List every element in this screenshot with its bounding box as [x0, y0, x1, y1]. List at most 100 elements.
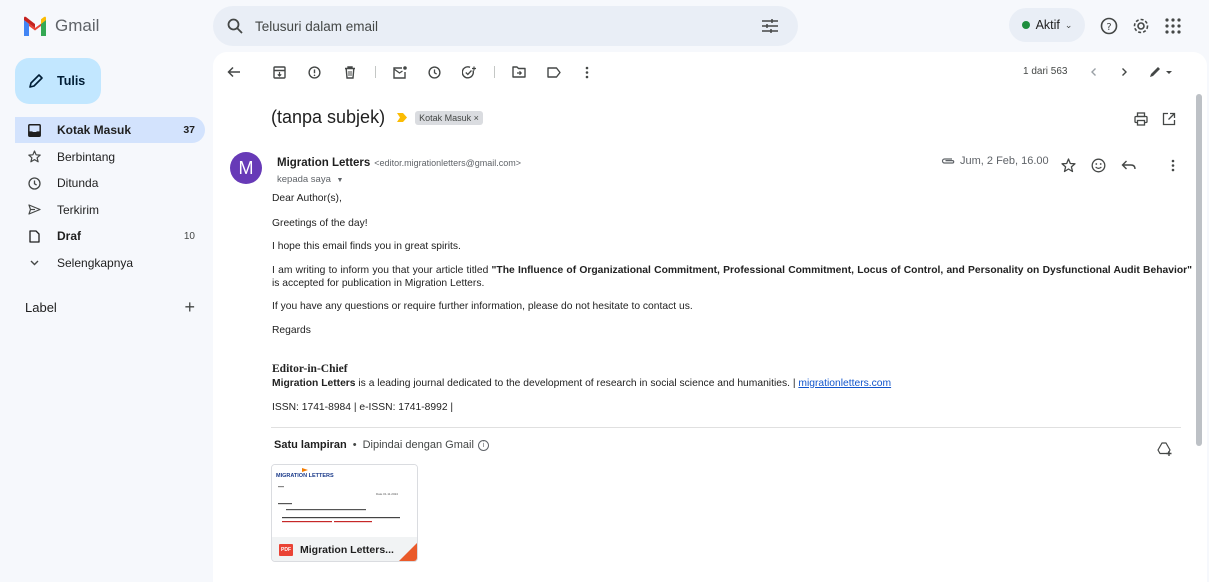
info-icon[interactable]: i — [477, 439, 489, 451]
move-to-icon[interactable] — [511, 64, 527, 80]
gmail-m-icon — [24, 16, 46, 36]
draft-icon — [27, 229, 41, 243]
attachment-card[interactable]: MIGRATION LETTERS Date 01.11.2024 PDF Mi… — [271, 464, 418, 562]
preview-logo-text: MIGRATION LETTERS — [276, 473, 334, 479]
scrollbar-thumb[interactable] — [1196, 94, 1202, 446]
search-icon[interactable] — [225, 16, 245, 36]
recipient-label: kepada saya — [277, 174, 331, 185]
settings-gear-icon[interactable] — [1129, 14, 1153, 38]
more-vertical-icon[interactable] — [1164, 156, 1182, 174]
caret-down-icon: ▼ — [336, 177, 344, 184]
inbox-label-chip[interactable]: Kotak Masuk × — [415, 110, 483, 125]
sidebar-item-drafts[interactable]: Draf 10 — [15, 223, 205, 249]
archive-icon[interactable] — [271, 64, 287, 80]
body-acceptance-paragraph: I am writing to inform you that your art… — [272, 264, 1192, 290]
next-chevron-icon[interactable] — [1116, 64, 1132, 80]
clock-icon — [27, 176, 41, 190]
sender-name[interactable]: Migration Letters — [277, 157, 370, 169]
sender-line: Migration Letters <editor.migrationlette… — [277, 157, 521, 169]
signature-org: Migration Letters — [272, 378, 356, 389]
body-line: Greetings of the day! — [272, 218, 368, 229]
chevron-down-icon: ⌄ — [1064, 19, 1073, 30]
sidebar-item-label: Draf — [57, 229, 82, 244]
page-fold-corner — [399, 543, 417, 561]
star-icon[interactable] — [1059, 156, 1077, 174]
attachment-preview: MIGRATION LETTERS Date 01.11.2024 — [272, 465, 417, 537]
recipient-details-toggle[interactable]: kepada saya ▼ — [277, 174, 343, 185]
toolbar-divider — [375, 66, 376, 78]
email-subject: (tanpa subjek) — [271, 107, 386, 127]
website-link[interactable]: migrationletters.com — [798, 378, 891, 389]
email-date: Jum, 2 Feb, 16.00 — [960, 155, 1049, 167]
snooze-clock-icon[interactable] — [426, 64, 442, 80]
separator-dot: • — [352, 439, 357, 451]
print-icon[interactable] — [1132, 110, 1150, 128]
gmail-logo[interactable]: Gmail — [22, 15, 99, 37]
app-name: Gmail — [55, 16, 100, 35]
pdf-thumbnail-icon: MIGRATION LETTERS Date 01.11.2024 — [272, 465, 417, 537]
label-tag-icon[interactable] — [546, 64, 562, 80]
sender-email: <editor.migrationletters@gmail.com> — [374, 158, 521, 168]
more-vertical-icon[interactable] — [579, 64, 595, 80]
sidebar-item-count: 10 — [183, 230, 195, 242]
open-new-window-icon[interactable] — [1160, 110, 1178, 128]
add-label-icon[interactable]: + — [184, 298, 195, 316]
chevron-down-icon — [27, 256, 41, 270]
reply-arrow-icon[interactable] — [1119, 156, 1137, 174]
svg-text:?: ? — [1106, 22, 1111, 33]
help-icon[interactable]: ? — [1097, 14, 1121, 38]
report-spam-icon[interactable] — [306, 64, 322, 80]
status-dot-icon — [1021, 21, 1030, 29]
sidebar-item-label: Ditunda — [57, 176, 99, 191]
attachment-footer: PDF Migration Letters... — [272, 537, 417, 561]
pagination-count: 1 dari 563 — [1023, 66, 1068, 77]
important-marker-icon[interactable] — [397, 113, 408, 122]
search-options-icon[interactable] — [758, 14, 782, 38]
sender-avatar[interactable]: M — [230, 152, 262, 184]
body-text: is accepted for publication in Migration… — [272, 278, 485, 289]
email-toolbar: 1 dari 563 — [213, 60, 1207, 84]
compose-label: Tulis — [57, 74, 86, 88]
previous-chevron-icon[interactable] — [1086, 64, 1102, 80]
input-tools-pen-icon[interactable] — [1148, 64, 1174, 80]
emoji-reaction-icon[interactable] — [1089, 156, 1107, 174]
body-closing: Regards — [272, 325, 311, 336]
top-bar: Gmail Telusuri dalam email Aktif ⌄ ? — [0, 0, 1209, 52]
pencil-icon — [27, 72, 45, 90]
search-input[interactable]: Telusuri dalam email — [255, 19, 758, 34]
signature-title: Editor-in-Chief — [272, 363, 348, 375]
star-icon — [27, 150, 41, 164]
status-selector[interactable]: Aktif ⌄ — [1009, 8, 1085, 42]
sidebar-item-more[interactable]: Selengkapnya — [15, 250, 205, 276]
sidebar-item-label: Terkirim — [57, 202, 99, 217]
search-bar[interactable]: Telusuri dalam email — [213, 6, 798, 46]
body-line: If you have any questions or require fur… — [272, 301, 693, 312]
email-subject-row: (tanpa subjek) Kotak Masuk × — [271, 107, 483, 128]
attachments-count: Satu lampiran — [274, 439, 347, 451]
pdf-file-icon: PDF — [279, 544, 293, 556]
add-task-icon[interactable] — [461, 64, 477, 80]
sidebar-item-starred[interactable]: Berbintang — [15, 144, 205, 170]
body-text: is a leading journal dedicated to the de… — [355, 378, 799, 389]
inbox-icon — [27, 123, 41, 137]
compose-button[interactable]: Tulis — [15, 58, 101, 104]
attachments-header: Satu lampiran • Dipindai dengan Gmail i — [274, 439, 489, 451]
sidebar-item-count: 37 — [183, 124, 195, 136]
sidebar-item-label: Berbintang — [57, 149, 116, 164]
body-line: I hope this email finds you in great spi… — [272, 241, 461, 252]
sidebar-item-label: Selengkapnya — [57, 255, 134, 270]
scan-notice: Dipindai dengan Gmail — [362, 439, 474, 451]
sidebar-item-inbox[interactable]: Kotak Masuk 37 — [15, 117, 205, 143]
body-greeting: Dear Author(s), — [272, 193, 342, 204]
labels-title: Label — [25, 299, 57, 315]
email-meta: Jum, 2 Feb, 16.00 — [941, 155, 1049, 167]
delete-trash-icon[interactable] — [342, 64, 358, 80]
sidebar-item-sent[interactable]: Terkirim — [15, 197, 205, 223]
apps-grid-icon[interactable] — [1161, 14, 1185, 38]
back-arrow-icon[interactable] — [226, 64, 242, 80]
add-to-drive-icon[interactable] — [1155, 440, 1173, 458]
attachment-filename: Migration Letters... — [300, 544, 394, 556]
attachment-clip-icon — [941, 158, 955, 164]
mark-unread-icon[interactable] — [392, 64, 408, 80]
sidebar-item-snoozed[interactable]: Ditunda — [15, 170, 205, 196]
